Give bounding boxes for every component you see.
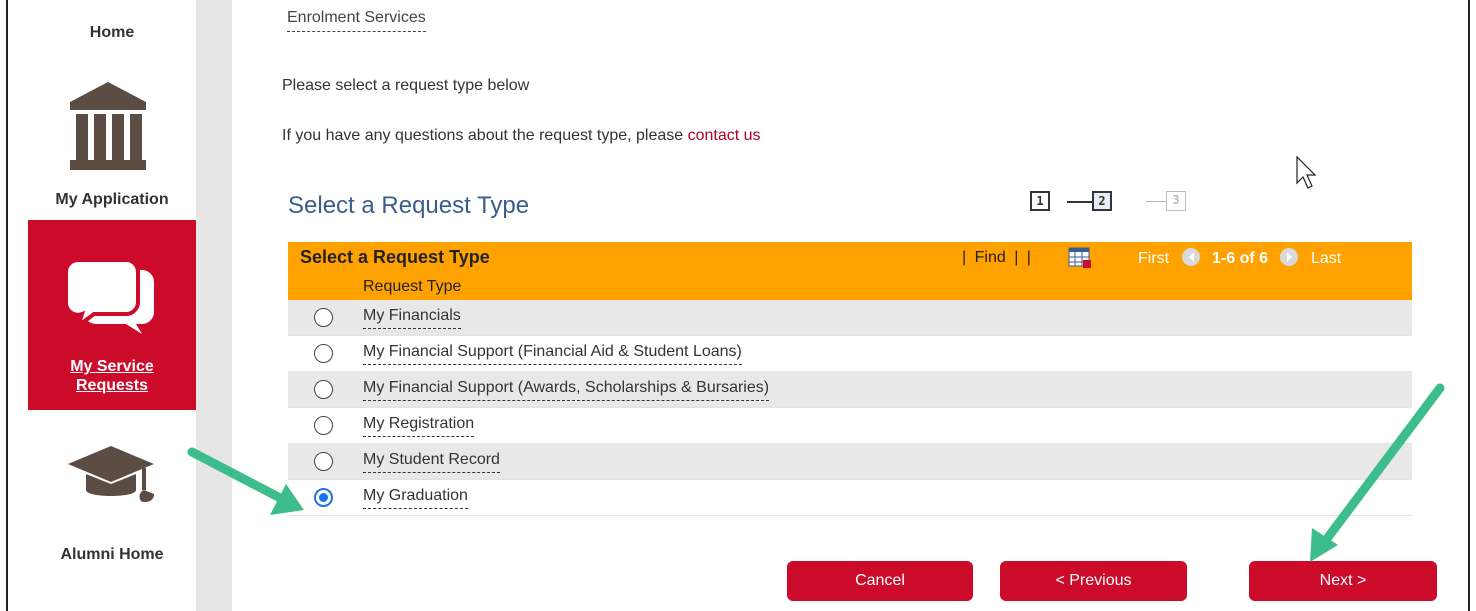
step-indicator: 1 2 3 <box>1030 191 1210 215</box>
table-row[interactable]: My Financial Support (Financial Aid & St… <box>288 336 1412 372</box>
nav-service-requests-line1: My Service <box>70 358 154 375</box>
column-header-request-type: Request Type <box>363 278 462 295</box>
nav-home[interactable]: Home <box>28 24 196 42</box>
sidebar-gutter <box>196 0 232 611</box>
intro-text: Please select a request type below <box>282 77 530 94</box>
request-type-link[interactable]: My Financial Support (Financial Aid & St… <box>363 343 742 365</box>
step-connector <box>1146 201 1166 202</box>
building-icon <box>70 82 146 170</box>
nav-alumni-home[interactable]: Alumni Home <box>28 440 196 580</box>
page-title: Select a Request Type <box>288 192 530 219</box>
separator: | <box>1026 249 1031 266</box>
request-type-link[interactable]: My Student Record <box>363 451 500 473</box>
request-type-link[interactable]: My Financials <box>363 307 461 329</box>
cancel-button[interactable]: Cancel <box>787 561 973 601</box>
table-row[interactable]: My Graduation <box>288 480 1412 516</box>
last-link[interactable]: Last <box>1311 250 1341 267</box>
grid-header: Select a Request Type | Find | | First 1… <box>288 242 1412 274</box>
contact-us-link[interactable]: contact us <box>688 127 761 144</box>
nav-my-service-requests[interactable]: My Service Requests <box>28 220 196 410</box>
step-3: 3 <box>1166 191 1186 211</box>
row-count: 1-6 of 6 <box>1212 250 1269 267</box>
table-row[interactable]: My Registration <box>288 408 1412 444</box>
radio-button[interactable] <box>314 380 333 399</box>
table-row[interactable]: My Financials <box>288 300 1412 336</box>
table-row[interactable]: My Financial Support (Awards, Scholarshi… <box>288 372 1412 408</box>
grid-rows: My Financials My Financial Support (Finan… <box>288 300 1412 516</box>
grid-title: Select a Request Type <box>300 247 490 267</box>
request-type-link[interactable]: My Registration <box>363 415 475 437</box>
grid-pager: First 1-6 of 6 Last <box>1138 248 1341 268</box>
separator: | <box>1014 249 1019 266</box>
download-grid-icon[interactable] <box>1068 247 1092 269</box>
request-type-link[interactable]: My Graduation <box>363 487 468 509</box>
step-1: 1 <box>1030 191 1050 211</box>
chat-bubbles-icon <box>66 258 154 334</box>
graduation-cap-icon <box>68 446 154 502</box>
radio-button[interactable] <box>314 344 333 363</box>
find-link[interactable]: Find <box>975 249 1006 266</box>
step-2-current: 2 <box>1092 191 1112 211</box>
help-text-body: If you have any questions about the requ… <box>282 127 688 144</box>
radio-button[interactable] <box>314 416 333 435</box>
table-row[interactable]: My Student Record <box>288 444 1412 480</box>
first-link[interactable]: First <box>1138 250 1169 267</box>
help-text: If you have any questions about the requ… <box>282 127 761 145</box>
nav-service-requests-line2: Requests <box>75 377 149 394</box>
radio-button-selected[interactable] <box>314 488 333 507</box>
next-page-icon[interactable] <box>1280 248 1299 266</box>
radio-button[interactable] <box>314 308 333 327</box>
nav-my-service-requests-label: My Service Requests <box>28 357 196 395</box>
grid-find: | Find | | <box>960 249 1033 267</box>
next-button[interactable]: Next > <box>1249 561 1437 601</box>
nav-my-application-label: My Application <box>55 191 169 208</box>
previous-page-icon[interactable] <box>1181 248 1200 266</box>
column-header: Request Type <box>288 274 1412 300</box>
step-connector <box>1067 201 1092 203</box>
nav-my-application[interactable]: My Application <box>28 70 196 220</box>
radio-button[interactable] <box>314 452 333 471</box>
previous-button[interactable]: < Previous <box>1000 561 1187 601</box>
sidebar-nav: Home My Application My Service Requests <box>28 0 196 611</box>
request-type-link[interactable]: My Financial Support (Awards, Scholarshi… <box>363 379 770 401</box>
request-type-grid: Select a Request Type | Find | | First 1… <box>288 242 1412 516</box>
nav-alumni-home-label: Alumni Home <box>60 546 164 563</box>
breadcrumb[interactable]: Enrolment Services <box>287 9 426 32</box>
separator: | <box>962 249 967 266</box>
